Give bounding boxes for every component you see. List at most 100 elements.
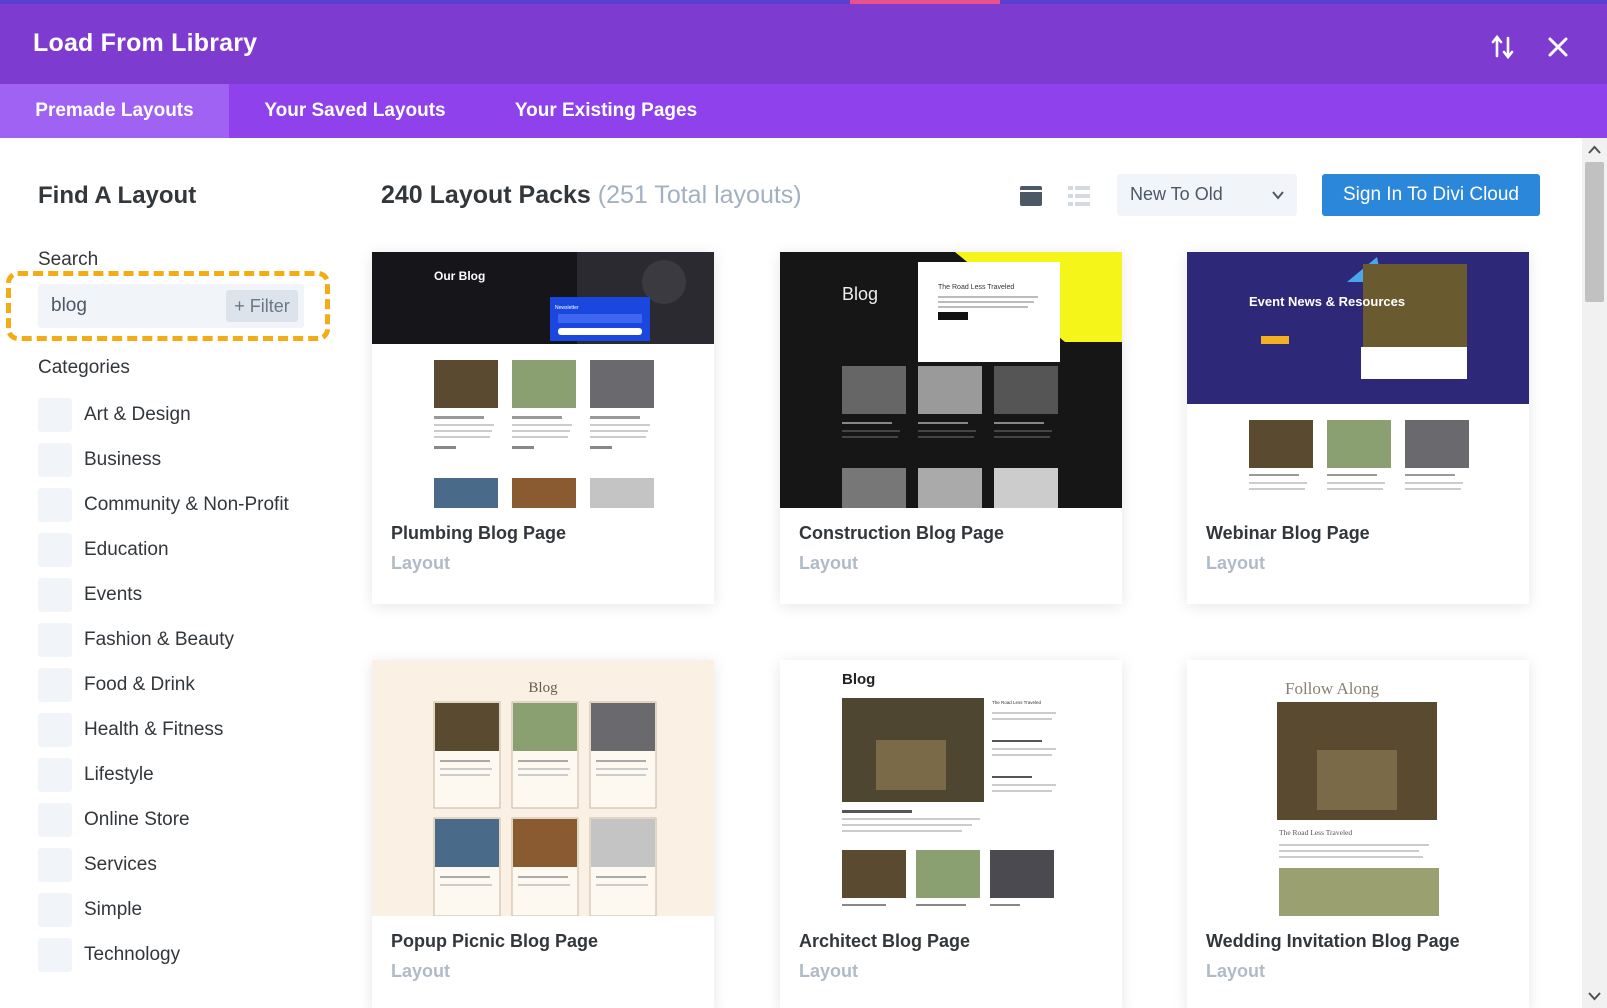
layout-thumbnail: Follow Along The Road Less Traveled bbox=[1187, 660, 1529, 916]
category-label: Health & Fitness bbox=[84, 719, 224, 740]
category-item[interactable]: Online Store bbox=[38, 803, 328, 837]
thumb-subheading: The Road Less Traveled bbox=[992, 700, 1042, 705]
category-checkbox[interactable] bbox=[38, 578, 72, 612]
category-item[interactable]: Technology bbox=[38, 938, 328, 972]
search-input[interactable]: blog + Filter bbox=[38, 284, 304, 328]
layout-card[interactable]: Blog The Road Less Traveled Architect Bl… bbox=[780, 660, 1122, 1008]
category-checkbox[interactable] bbox=[38, 488, 72, 522]
layout-card[interactable]: Our Blog Newsletter Plumbing Blog Page L… bbox=[372, 252, 714, 604]
category-checkbox[interactable] bbox=[38, 398, 72, 432]
thumb-heading: Our Blog bbox=[434, 269, 485, 283]
category-label: Fashion & Beauty bbox=[84, 629, 234, 650]
layout-card[interactable]: Follow Along The Road Less Traveled Wedd… bbox=[1187, 660, 1529, 1008]
layout-type: Layout bbox=[799, 961, 859, 981]
category-item[interactable]: Business bbox=[38, 443, 328, 477]
layout-type: Layout bbox=[391, 553, 451, 573]
category-item[interactable]: Services bbox=[38, 848, 328, 882]
category-label: Community & Non-Profit bbox=[84, 494, 289, 515]
layout-type: Layout bbox=[799, 553, 859, 573]
layout-name: Wedding Invitation Blog Page bbox=[1206, 931, 1460, 951]
scrollbar-thumb[interactable] bbox=[1585, 162, 1604, 302]
thumb-heading: Blog bbox=[842, 284, 878, 304]
layout-card[interactable]: Event News & Resources Webinar Blog Page… bbox=[1187, 252, 1529, 604]
layout-name: Plumbing Blog Page bbox=[391, 523, 567, 543]
tab-saved-layouts[interactable]: Your Saved Layouts bbox=[229, 84, 481, 138]
thumb-heading: Follow Along bbox=[1285, 679, 1379, 698]
thumb-subheading: The Road Less Traveled bbox=[938, 284, 1014, 291]
scrollbar[interactable] bbox=[1582, 138, 1607, 1008]
categories-label: Categories bbox=[38, 357, 130, 378]
layout-thumbnail: Blog The Road Less Traveled bbox=[780, 252, 1122, 508]
find-layout-title: Find A Layout bbox=[38, 182, 197, 209]
sort-arrows-icon[interactable] bbox=[1488, 32, 1518, 62]
category-item[interactable]: Art & Design bbox=[38, 398, 328, 432]
layout-type: Layout bbox=[391, 961, 451, 981]
thumb-heading: Event News & Resources bbox=[1249, 294, 1405, 309]
thumb-subheading: Newsletter bbox=[555, 305, 579, 311]
thumb-heading: Blog bbox=[528, 680, 558, 696]
scroll-up-icon[interactable] bbox=[1587, 144, 1602, 156]
category-item[interactable]: Events bbox=[38, 578, 328, 612]
main-content: 240 Layout Packs (251 Total layouts) New… bbox=[350, 138, 1582, 1008]
close-icon[interactable] bbox=[1543, 32, 1573, 62]
layout-thumbnail: Blog The Road Less Traveled bbox=[780, 660, 1122, 916]
category-label: Business bbox=[84, 449, 162, 470]
layout-pack-count: 240 Layout Packs bbox=[381, 181, 591, 209]
filter-button[interactable]: + Filter bbox=[226, 290, 298, 322]
category-checkbox[interactable] bbox=[38, 623, 72, 657]
layout-card[interactable]: Blog Popup Picnic Blog Page Layout bbox=[372, 660, 714, 1008]
category-label: Lifestyle bbox=[84, 764, 154, 785]
category-item[interactable]: Food & Drink bbox=[38, 668, 328, 702]
sidebar: Find A Layout Search blog + Filter Categ… bbox=[0, 138, 350, 1008]
layout-count-title: 240 Layout Packs (251 Total layouts) bbox=[381, 181, 802, 210]
layout-thumbnail: Our Blog Newsletter bbox=[372, 252, 714, 508]
category-label: Services bbox=[84, 854, 157, 875]
list-view-icon[interactable] bbox=[1066, 183, 1092, 209]
search-value: blog bbox=[51, 295, 87, 316]
sort-order-value: New To Old bbox=[1130, 184, 1223, 204]
modal-header: Load From Library bbox=[0, 4, 1607, 84]
scroll-down-icon[interactable] bbox=[1587, 990, 1602, 1002]
sign-in-divi-cloud-button[interactable]: Sign In To Divi Cloud bbox=[1322, 174, 1540, 216]
category-item[interactable]: Simple bbox=[38, 893, 328, 927]
layout-name: Architect Blog Page bbox=[799, 931, 971, 951]
category-checkbox[interactable] bbox=[38, 443, 72, 477]
grid-view-icon[interactable] bbox=[1017, 183, 1045, 209]
category-checkbox[interactable] bbox=[38, 668, 72, 702]
layout-name: Popup Picnic Blog Page bbox=[391, 931, 599, 951]
category-label: Food & Drink bbox=[84, 674, 195, 695]
tab-existing-pages[interactable]: Your Existing Pages bbox=[495, 84, 717, 138]
category-checkbox[interactable] bbox=[38, 803, 72, 837]
category-label: Art & Design bbox=[84, 404, 191, 425]
category-item[interactable]: Community & Non-Profit bbox=[38, 488, 328, 522]
layout-thumbnail: Event News & Resources bbox=[1187, 252, 1529, 508]
category-checkbox[interactable] bbox=[38, 713, 72, 747]
thumb-heading: Blog bbox=[842, 671, 875, 688]
category-item[interactable]: Education bbox=[38, 533, 328, 567]
layout-type: Layout bbox=[1206, 961, 1266, 981]
category-label: Technology bbox=[84, 944, 181, 965]
category-item[interactable]: Health & Fitness bbox=[38, 713, 328, 747]
category-label: Education bbox=[84, 539, 169, 560]
modal-title: Load From Library bbox=[33, 29, 258, 57]
total-layouts-count: (251 Total layouts) bbox=[597, 181, 802, 209]
category-item[interactable]: Lifestyle bbox=[38, 758, 328, 792]
category-label: Online Store bbox=[84, 809, 190, 830]
layout-type: Layout bbox=[1206, 553, 1266, 573]
search-label: Search bbox=[38, 249, 99, 270]
category-checkbox[interactable] bbox=[38, 938, 72, 972]
thumb-subheading: The Road Less Traveled bbox=[1279, 828, 1352, 837]
category-checkbox[interactable] bbox=[38, 758, 72, 792]
category-label: Events bbox=[84, 584, 143, 605]
tab-premade-layouts[interactable]: Premade Layouts bbox=[0, 84, 229, 138]
category-label: Simple bbox=[84, 899, 143, 920]
layout-name: Webinar Blog Page bbox=[1206, 523, 1370, 543]
sort-order-select[interactable]: New To Old bbox=[1117, 174, 1297, 216]
layout-card[interactable]: Blog The Road Less Traveled Construction… bbox=[780, 252, 1122, 604]
category-checkbox[interactable] bbox=[38, 893, 72, 927]
category-checkbox[interactable] bbox=[38, 533, 72, 567]
layout-name: Construction Blog Page bbox=[799, 523, 1005, 543]
category-item[interactable]: Fashion & Beauty bbox=[38, 623, 328, 657]
tab-bar: Premade Layouts Your Saved Layouts Your … bbox=[0, 84, 1607, 138]
category-checkbox[interactable] bbox=[38, 848, 72, 882]
